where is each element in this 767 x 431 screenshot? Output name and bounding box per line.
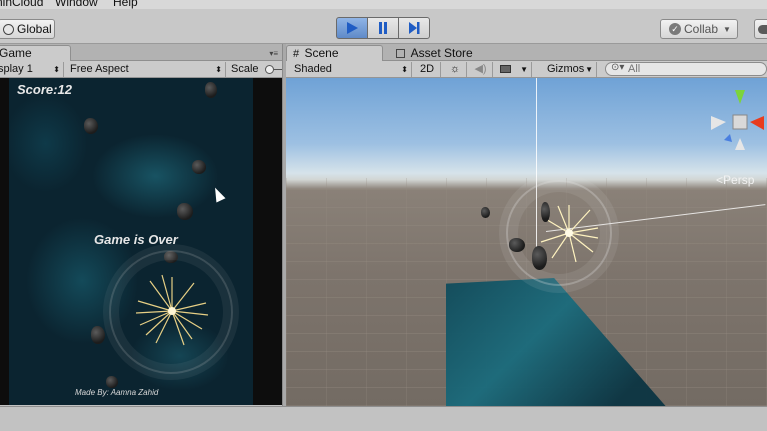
updown-arrow-icon: ⬍ [215, 65, 222, 74]
tab-game[interactable]: Game [0, 45, 71, 61]
grid-icon: # [293, 48, 300, 60]
game-over-text: Game is Over [94, 232, 178, 247]
projection-toggle[interactable]: <Persp [716, 173, 754, 187]
tab-game-label: Game [0, 46, 32, 60]
menu-item-window[interactable]: Window [55, 0, 98, 9]
scene-asteroid[interactable] [509, 238, 525, 252]
scene-asteroid[interactable] [481, 207, 490, 218]
asteroid [205, 82, 217, 98]
play-icon [347, 22, 358, 34]
asteroid [177, 203, 193, 220]
game-viewport[interactable]: Score:12 Game is Over Made By: Aamna Zah… [9, 78, 253, 405]
menu-bar: ninCloud Window Help [0, 0, 767, 9]
gizmo-neg-x-axis-icon [711, 116, 726, 130]
game-tab-bar: Game ▾≡ [0, 44, 282, 61]
scene-viewport[interactable]: <Persp [286, 78, 767, 406]
menu-item-help[interactable]: Help [113, 0, 138, 9]
store-icon [396, 49, 405, 58]
game-control-bar: splay 1 ⬍ Free Aspect ⬍ Scale [0, 61, 283, 78]
shading-label: Shaded [294, 63, 332, 75]
pause-icon [379, 22, 387, 34]
unity-editor: ninCloud Window Help Global ✓ Collab ▼ G… [0, 0, 767, 431]
effects-dropdown[interactable]: ▼ [496, 62, 532, 77]
explosion-burst [135, 274, 209, 346]
pivot-space-button[interactable]: Global [0, 19, 55, 39]
orientation-gizmo[interactable] [706, 88, 766, 158]
scene-control-bar: Shaded ⬍ 2D ☼ ◀) ▼ Gizmos ▼ ⊙▾ [286, 61, 767, 78]
pivot-space-label: Global [17, 22, 52, 36]
main-toolbar: Global ✓ Collab ▼ [0, 9, 767, 44]
cloud-icon [758, 24, 767, 34]
step-button[interactable] [398, 17, 430, 39]
game-letterbox-left [0, 78, 9, 405]
playback-controls [336, 17, 430, 39]
play-button[interactable] [336, 17, 368, 39]
gizmo-center-cube-icon [732, 114, 748, 130]
gizmos-label: Gizmos [547, 63, 585, 75]
search-input[interactable] [628, 63, 758, 75]
asteroid [106, 376, 118, 388]
collab-label: Collab [684, 22, 719, 36]
globe-icon [3, 23, 14, 35]
scale-slider-thumb[interactable] [265, 65, 274, 74]
scene-tab-bar: # Scene Asset Store [286, 44, 767, 61]
sun-icon: ☼ [449, 63, 461, 75]
shading-dropdown[interactable]: Shaded ⬍ [290, 62, 412, 77]
audio-toggle[interactable]: ◀) [469, 62, 493, 77]
checkmark-icon: ✓ [669, 23, 681, 35]
gizmo-y-axis-icon [735, 90, 745, 104]
display-dropdown[interactable]: splay 1 ⬍ [0, 62, 64, 77]
projection-label: Persp [723, 173, 755, 187]
tab-scene[interactable]: # Scene [286, 45, 383, 61]
mode-2d-label: 2D [419, 63, 435, 75]
game-letterbox-right [253, 78, 282, 405]
cloud-button[interactable] [754, 19, 767, 39]
lighting-toggle[interactable]: ☼ [444, 62, 467, 77]
bottom-panel [0, 406, 767, 431]
asteroid [192, 160, 206, 174]
asteroid [91, 326, 105, 344]
scene-asteroid[interactable] [541, 202, 550, 222]
speaker-icon: ◀) [474, 63, 487, 75]
tab-asset-store[interactable]: Asset Store [389, 45, 489, 61]
tab-scene-label: Scene [304, 46, 339, 60]
score-text: Score:12 [17, 82, 72, 97]
image-icon [500, 65, 511, 73]
chevron-down-icon: ▼ [723, 24, 731, 34]
gizmo-z-axis-icon [724, 134, 732, 142]
asteroid [84, 118, 98, 134]
chevron-down-icon: ▼ [520, 65, 528, 74]
updown-arrow-icon: ⬍ [401, 65, 408, 74]
gizmo-neg-y-axis-icon [735, 138, 745, 150]
search-icon: ⊙▾ [611, 62, 625, 73]
updown-arrow-icon: ⬍ [53, 65, 60, 74]
step-icon [409, 22, 420, 34]
collab-button[interactable]: ✓ Collab ▼ [660, 19, 738, 39]
aspect-label: Free Aspect [70, 63, 129, 75]
scale-label: Scale [231, 63, 259, 75]
display-label: splay 1 [0, 63, 33, 75]
credits-text: Made By: Aamna Zahid [75, 388, 159, 397]
mode-2d-toggle[interactable]: 2D [414, 62, 441, 77]
gizmos-dropdown[interactable]: Gizmos ▼ [543, 62, 597, 77]
scene-search[interactable]: ⊙▾ [605, 62, 767, 76]
chevron-left-icon: < [716, 173, 724, 187]
tab-asset-store-label: Asset Store [410, 46, 473, 60]
scene-asteroid[interactable] [532, 246, 547, 270]
chevron-down-icon: ▼ [585, 65, 593, 74]
gizmo-x-axis-icon [750, 116, 764, 130]
pause-button[interactable] [367, 17, 399, 39]
scale-control: Scale [227, 62, 283, 77]
panel-menu-icon[interactable]: ▾≡ [269, 49, 278, 58]
aspect-dropdown[interactable]: Free Aspect ⬍ [66, 62, 226, 77]
menu-item-cloud[interactable]: ninCloud [0, 0, 43, 9]
